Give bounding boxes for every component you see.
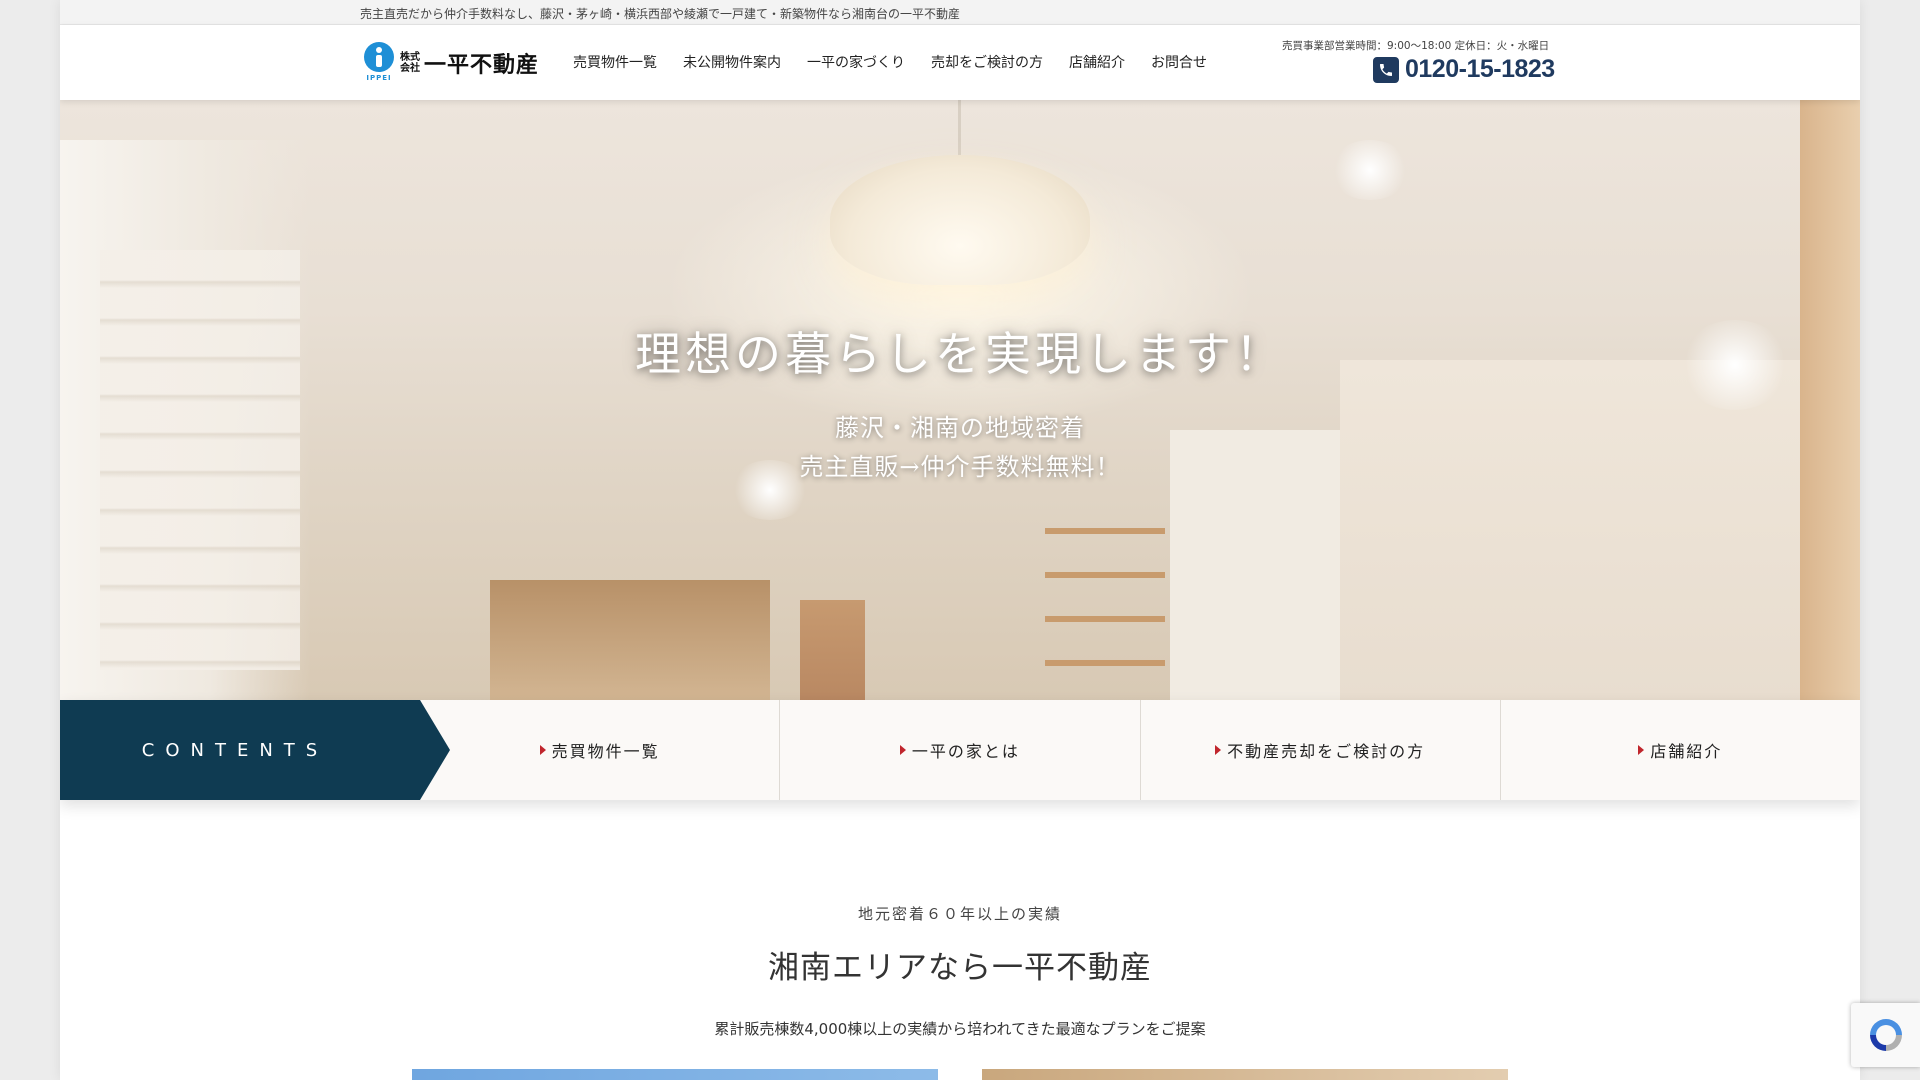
intro-description: 累計販売棟数4,000棟以上の実績から培われてきた最適なプランをご提案	[714, 1020, 1206, 1038]
hero-subtitle-line1: 藤沢・湘南の地域密着	[835, 414, 1085, 442]
hero-banner: 理想の暮らしを実現します！ 藤沢・湘南の地域密着 売主直販→仲介手数料無料！	[60, 100, 1860, 700]
contents-link-selling[interactable]: 不動産売却をご検討の方	[1139, 700, 1500, 800]
contents-link-about-house[interactable]: 一平の家とは	[779, 700, 1139, 800]
contents-label: CONTENTS	[60, 700, 450, 800]
nav-item-property-list[interactable]: 売買物件一覧	[573, 52, 657, 72]
phone-link[interactable]: 0120-15-1823	[1373, 55, 1555, 84]
hero-subtitle-line2: 売主直販→仲介手数料無料！	[799, 453, 1121, 481]
contents-link-property-list[interactable]: 売買物件一覧	[420, 700, 779, 800]
logo-company-name: 一平不動産	[424, 53, 540, 78]
caret-right-icon	[539, 745, 546, 755]
recaptcha-badge[interactable]	[1851, 1003, 1920, 1067]
hero-ceiling-light	[1330, 140, 1410, 200]
phone-number: 0120-15-1823	[1405, 55, 1555, 83]
hero-shelves	[1045, 490, 1165, 700]
caret-right-icon	[899, 745, 906, 755]
phone-icon	[1373, 56, 1399, 83]
hero-beam	[1800, 100, 1860, 700]
hero-title: 理想の暮らしを実現します！	[635, 327, 1285, 381]
nav-item-selling[interactable]: 売却をご検討の方	[931, 52, 1043, 72]
contents-link-stores[interactable]: 店舗紹介	[1499, 700, 1860, 800]
hero-pendant-lamp	[830, 155, 1090, 285]
feature-image-left[interactable]	[412, 1069, 938, 1080]
hero-door	[800, 600, 865, 700]
top-bar: 売主直売だから仲介手数料なし、藤沢・茅ヶ崎・横浜西部や綾瀬で一戸建て・新築物件な…	[60, 0, 1860, 25]
caret-right-icon	[1638, 745, 1645, 755]
top-tagline: 売主直売だから仲介手数料なし、藤沢・茅ヶ崎・横浜西部や綾瀬で一戸建て・新築物件な…	[360, 7, 961, 21]
feature-image-right[interactable]	[982, 1069, 1508, 1080]
nav-item-contact[interactable]: お問合せ	[1151, 52, 1207, 72]
contents-links: 売買物件一覧 一平の家とは 不動産売却をご検討の方 店舗紹介	[420, 700, 1860, 800]
hero-lamp-cord	[958, 100, 961, 160]
nav-item-house-building[interactable]: 一平の家づくり	[807, 52, 905, 72]
intro-eyebrow: 地元密着６０年以上の実績	[857, 905, 1062, 923]
recaptcha-icon	[1869, 1019, 1902, 1051]
site-header: IPPEI 株式 会社 一平不動産 売買物件一覧 未公開物件案内 一平の家づくり…	[60, 25, 1860, 100]
site-logo[interactable]: IPPEI 株式 会社 一平不動産	[362, 42, 552, 84]
logo-corp-type: 株式 会社	[400, 52, 420, 74]
main-nav: 売買物件一覧 未公開物件案内 一平の家づくり 売却をご検討の方 店舗紹介 お問合…	[573, 52, 1207, 72]
business-hours: 売買事業部営業時間：9:00～18:00 定休日：火・水曜日	[1282, 40, 1550, 52]
ippei-logo-icon: IPPEI	[362, 42, 396, 84]
contents-bar: 売買物件一覧 一平の家とは 不動産売却をご検討の方 店舗紹介 CONTENTS	[60, 700, 1860, 800]
page: 売主直売だから仲介手数料なし、藤沢・茅ヶ崎・横浜西部や綾瀬で一戸建て・新築物件な…	[60, 0, 1860, 1080]
intro-title: 湘南エリアなら一平不動産	[768, 950, 1152, 986]
caret-right-icon	[1215, 745, 1222, 755]
nav-item-unlisted-properties[interactable]: 未公開物件案内	[683, 52, 781, 72]
hero-doorway	[490, 580, 770, 700]
nav-item-stores[interactable]: 店舗紹介	[1069, 52, 1125, 72]
